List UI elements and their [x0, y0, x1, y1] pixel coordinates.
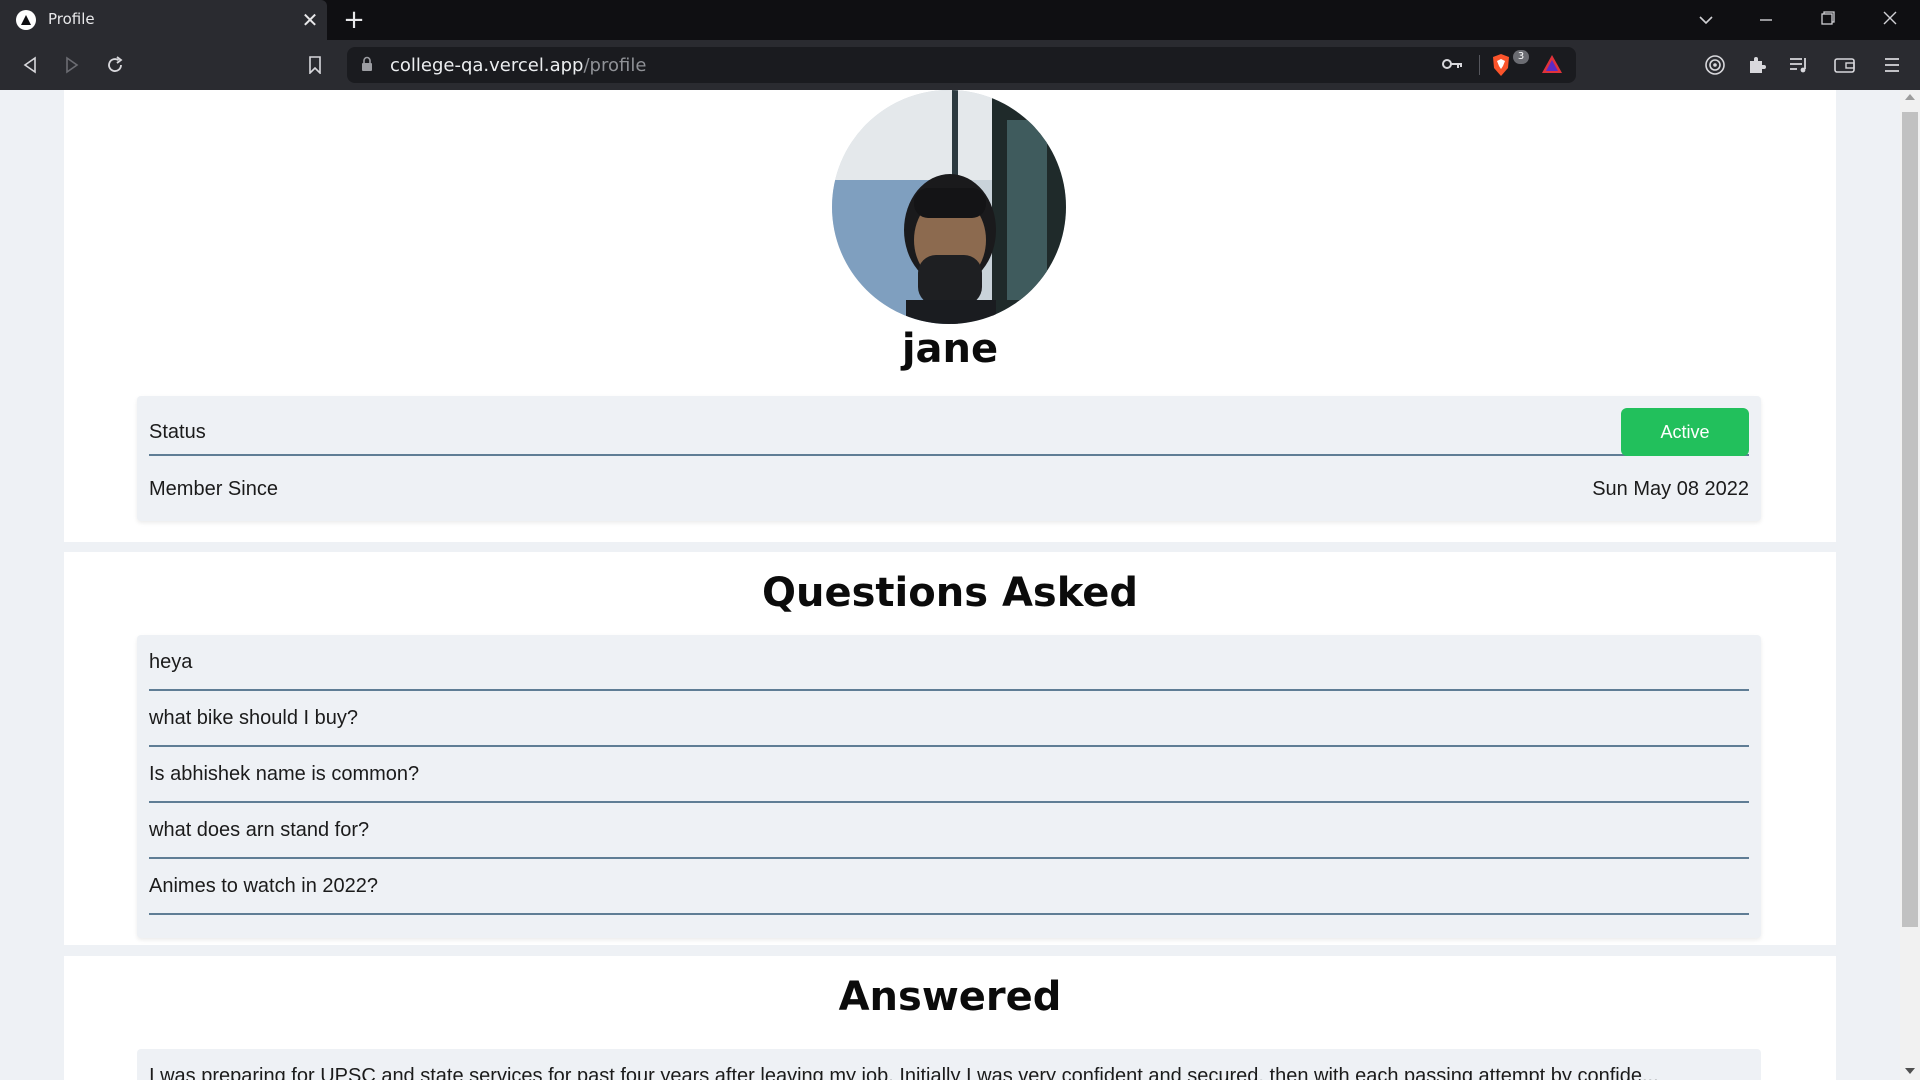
question-text[interactable]: what bike should I buy?	[149, 707, 358, 730]
site-favicon-icon	[16, 10, 36, 30]
reload-icon[interactable]	[100, 50, 130, 80]
restore-icon[interactable]	[1810, 6, 1846, 34]
brave-rewards-icon[interactable]	[1541, 54, 1563, 78]
minimize-icon[interactable]	[1748, 6, 1784, 34]
question-text[interactable]: what does arn stand for?	[149, 819, 369, 842]
tab-title: Profile	[48, 10, 95, 28]
browser-toolbar: college-qa.vercel.app/profile 3	[0, 40, 1920, 90]
bookmark-icon[interactable]	[300, 50, 330, 80]
profile-username: jane	[901, 326, 999, 372]
profile-card: jane Status Active Member Since Sun May …	[64, 90, 1836, 542]
scroll-down-arrow-icon[interactable]	[1905, 1068, 1915, 1074]
user-avatar	[832, 90, 1066, 324]
url-path: /profile	[583, 55, 647, 76]
forward-icon[interactable]	[57, 50, 87, 80]
vpn-icon[interactable]	[1700, 50, 1730, 80]
close-window-icon[interactable]	[1872, 6, 1908, 34]
tab-close-icon[interactable]: ✕	[298, 8, 322, 32]
answered-title: Answered	[838, 974, 1062, 1020]
shield-count-badge: 3	[1513, 50, 1529, 64]
question-item[interactable]: heya	[149, 635, 1749, 691]
profile-info-panel: Status Active Member Since Sun May 08 20…	[137, 396, 1761, 521]
question-item[interactable]: Is abhishek name is common?	[149, 747, 1749, 803]
lock-icon[interactable]	[361, 56, 373, 76]
member-since-row: Member Since Sun May 08 2022	[149, 470, 1749, 510]
url-host: college-qa.vercel.app	[390, 55, 584, 76]
question-text[interactable]: Is abhishek name is common?	[149, 763, 419, 786]
questions-card: Questions Asked heya what bike should I …	[64, 552, 1836, 945]
url-text[interactable]: college-qa.vercel.app/profile	[390, 55, 646, 76]
question-item[interactable]: what does arn stand for?	[149, 803, 1749, 859]
address-bar[interactable]: college-qa.vercel.app/profile 3	[347, 47, 1576, 83]
address-separator	[1479, 55, 1480, 75]
answered-item[interactable]: I was preparing for UPSC and state servi…	[149, 1065, 1749, 1080]
questions-list: heya what bike should I buy? Is abhishek…	[137, 635, 1761, 938]
questions-title: Questions Asked	[762, 570, 1138, 616]
menu-icon[interactable]	[1877, 50, 1907, 80]
media-playlist-icon[interactable]	[1784, 50, 1814, 80]
tab-profile[interactable]: Profile ✕	[0, 0, 327, 40]
scrollbar-thumb[interactable]	[1902, 112, 1918, 927]
question-item[interactable]: Animes to watch in 2022?	[149, 859, 1749, 915]
question-text[interactable]: heya	[149, 651, 192, 674]
answered-card: Answered I was preparing for UPSC and st…	[64, 956, 1836, 1080]
back-icon[interactable]	[15, 50, 45, 80]
member-since-value: Sun May 08 2022	[1592, 478, 1749, 500]
page-viewport[interactable]: jane Status Active Member Since Sun May …	[0, 90, 1900, 1080]
page-scrollbar[interactable]	[1900, 90, 1920, 1080]
answered-list: I was preparing for UPSC and state servi…	[137, 1049, 1761, 1080]
tab-bar: Profile ✕ +	[0, 0, 1920, 40]
status-badge: Active	[1621, 408, 1749, 456]
question-item[interactable]: what bike should I buy?	[149, 691, 1749, 747]
status-label: Status	[149, 421, 206, 443]
wallet-icon[interactable]	[1830, 50, 1860, 80]
extensions-icon[interactable]	[1742, 50, 1772, 80]
tab-search-chevron-icon[interactable]	[1688, 6, 1724, 34]
brave-shield-icon[interactable]	[1491, 53, 1511, 81]
status-row: Status Active	[149, 408, 1749, 456]
scroll-up-arrow-icon[interactable]	[1905, 94, 1915, 100]
key-icon[interactable]	[1442, 56, 1464, 75]
new-tab-icon[interactable]: +	[340, 6, 368, 34]
question-text[interactable]: Animes to watch in 2022?	[149, 875, 378, 898]
member-since-label: Member Since	[149, 478, 278, 500]
